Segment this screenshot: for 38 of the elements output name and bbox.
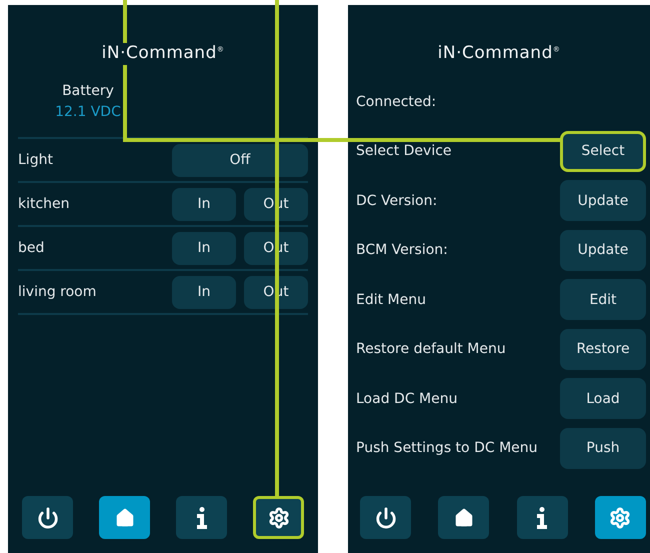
setting-button[interactable]: Update (560, 230, 646, 271)
row-label: Light (18, 152, 54, 168)
power-icon (374, 506, 396, 528)
row-label: kitchen (18, 196, 71, 212)
settings-icon (609, 506, 632, 528)
info-icon (196, 506, 208, 528)
control-button[interactable]: In (172, 232, 236, 264)
nav-button[interactable] (22, 496, 73, 539)
nav-button[interactable] (253, 496, 304, 539)
setting-label: Edit Menu (356, 292, 427, 308)
setting-button[interactable]: Select (560, 130, 646, 172)
setting-label: Push Settings to DC Menu (356, 440, 539, 456)
row-label: living room (18, 284, 98, 300)
setting-label: Connected: (356, 94, 438, 110)
setting-label: DC Version: (356, 192, 438, 209)
nav-button[interactable] (438, 496, 490, 539)
setting-button[interactable]: Push (560, 428, 646, 469)
control-button[interactable]: In (172, 276, 236, 308)
nav-button[interactable] (594, 496, 646, 539)
setting-button[interactable]: Edit (560, 279, 646, 320)
setting-button[interactable]: Load (560, 378, 646, 420)
battery-value: 12.1 VDC (55, 103, 121, 122)
setting-label: Load DC Menu (356, 390, 458, 407)
nav-button[interactable] (360, 496, 411, 539)
nav-button[interactable] (176, 496, 227, 539)
info-icon (536, 506, 548, 528)
battery-label: Battery (62, 82, 114, 101)
toggle-button[interactable]: Off (172, 144, 308, 176)
setting-label: Restore default Menu (356, 341, 507, 358)
setting-label: Select Device (356, 143, 453, 160)
control-button[interactable]: In (172, 188, 236, 220)
power-icon (36, 506, 58, 528)
setting-label: BCM Version: (356, 242, 449, 258)
settings-icon (268, 506, 290, 528)
setting-button[interactable]: Update (560, 180, 646, 222)
nav-button[interactable] (516, 496, 568, 539)
row-label: bed (18, 240, 46, 256)
setting-button[interactable]: Restore (560, 328, 646, 370)
